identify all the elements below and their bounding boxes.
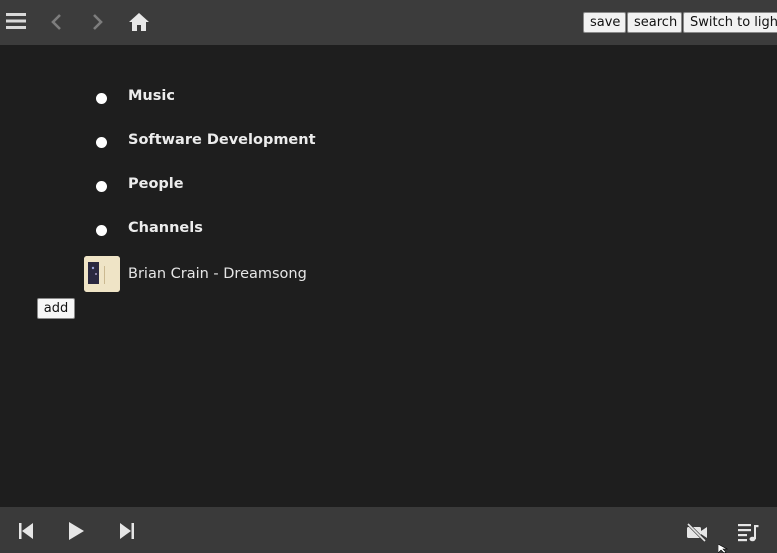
next-track-icon[interactable]	[118, 522, 136, 540]
bullet-icon	[96, 225, 107, 236]
bullet-icon	[96, 137, 107, 148]
theme-toggle-button[interactable]: Switch to light	[683, 12, 777, 33]
mouse-cursor-icon	[718, 544, 729, 553]
forward-icon[interactable]	[88, 13, 106, 31]
play-icon[interactable]	[66, 521, 86, 541]
track-title[interactable]: Brian Crain - Dreamsong	[128, 266, 307, 282]
video-off-icon[interactable]	[686, 522, 708, 542]
bullet-icon	[96, 181, 107, 192]
track-thumbnail[interactable]	[84, 256, 120, 292]
queue-icon[interactable]	[737, 521, 759, 543]
list-item-label: Software Development	[128, 132, 316, 148]
list-item-music[interactable]: Music	[0, 76, 400, 120]
menu-icon[interactable]	[6, 11, 26, 31]
list-item-channels[interactable]: Channels	[0, 208, 400, 252]
home-icon[interactable]	[128, 11, 150, 33]
save-button[interactable]: save	[583, 12, 626, 33]
search-button[interactable]: search	[627, 12, 682, 33]
back-icon[interactable]	[48, 13, 66, 31]
bullet-icon	[96, 93, 107, 104]
top-toolbar: save search Switch to light	[0, 0, 777, 45]
list-item-software-development[interactable]: Software Development	[0, 120, 400, 164]
player-bar	[0, 507, 777, 553]
previous-track-icon[interactable]	[17, 522, 35, 540]
list-item-label: People	[128, 176, 184, 192]
album-art-icon	[84, 256, 120, 292]
list-item-people[interactable]: People	[0, 164, 400, 208]
add-button[interactable]: add	[37, 298, 75, 319]
list-item-label: Channels	[128, 220, 203, 236]
list-item-label: Music	[128, 88, 175, 104]
